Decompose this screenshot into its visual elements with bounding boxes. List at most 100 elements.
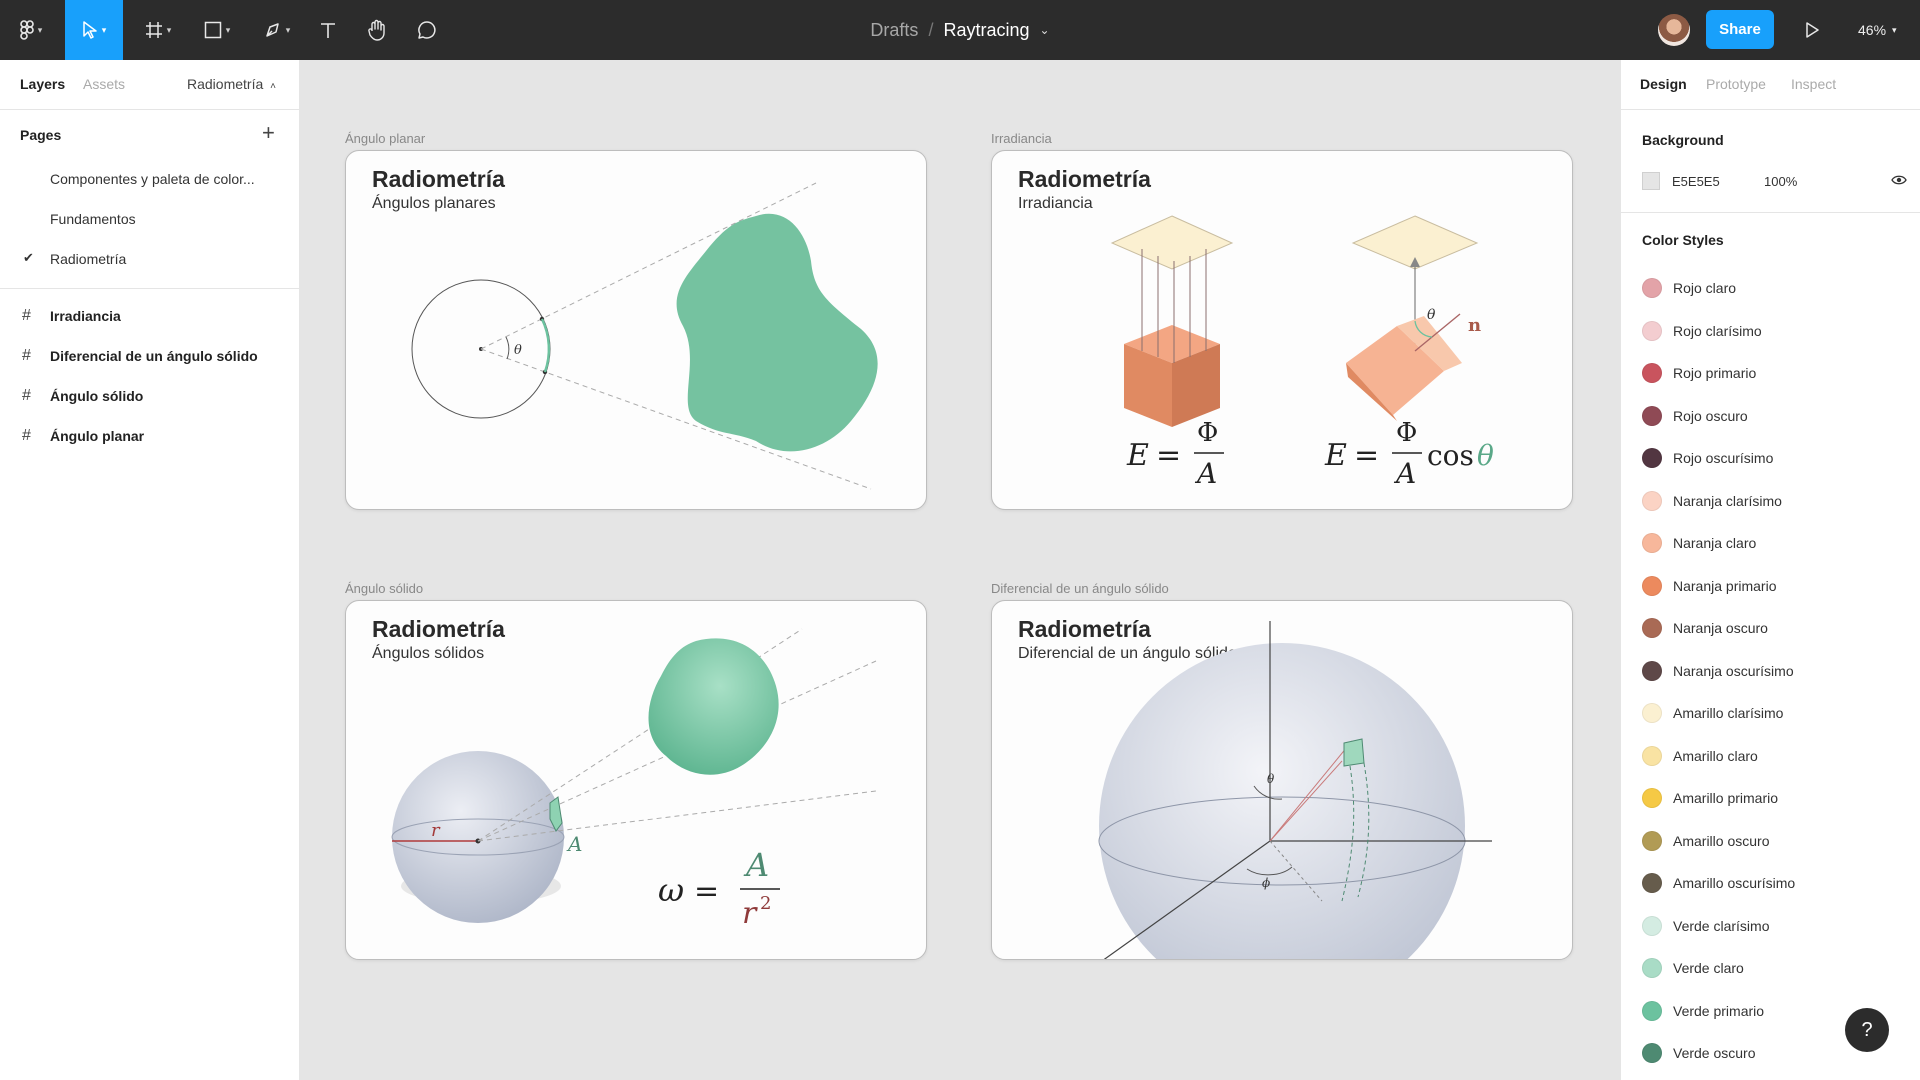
- color-style-label: Amarillo oscuro: [1673, 832, 1770, 849]
- text-tool-button[interactable]: [316, 0, 340, 60]
- theta-symbol: θ: [1427, 307, 1436, 323]
- frame-angulo-solido[interactable]: Radiometría Ángulos sólidos r A ω = A r …: [345, 600, 927, 960]
- formula-equals: =: [1156, 438, 1181, 473]
- frame-irradiancia[interactable]: Radiometría Irradiancia E = Φ A n θ E = …: [991, 150, 1573, 510]
- color-style-item[interactable]: Rojo claro: [1642, 278, 1736, 298]
- color-style-item[interactable]: Verde oscuro: [1642, 1043, 1756, 1063]
- chevron-down-icon: ▾: [225, 24, 231, 35]
- background-swatch[interactable]: [1642, 172, 1660, 190]
- tab-layers[interactable]: Layers: [20, 76, 65, 92]
- color-style-item[interactable]: Naranja oscuro: [1642, 618, 1768, 638]
- chevron-down-icon[interactable]: ⌄: [1040, 23, 1050, 37]
- background-opacity[interactable]: 100%: [1764, 174, 1797, 189]
- page-selector[interactable]: Radiometría ˄: [187, 76, 276, 92]
- color-swatch: [1642, 958, 1662, 978]
- color-style-item[interactable]: Naranja oscurísimo: [1642, 660, 1794, 681]
- tab-design[interactable]: Design: [1640, 76, 1687, 92]
- color-style-item[interactable]: Amarillo oscurísimo: [1642, 873, 1795, 893]
- present-button[interactable]: [1798, 0, 1826, 60]
- layer-item[interactable]: # Irradiancia: [0, 297, 299, 337]
- frame-hash-icon: #: [22, 307, 31, 324]
- color-styles-title: Color Styles: [1642, 232, 1724, 248]
- layer-item[interactable]: # Ángulo planar: [0, 417, 299, 457]
- breadcrumb-separator: /: [928, 19, 934, 40]
- color-swatch: [1642, 1043, 1662, 1063]
- color-style-item[interactable]: Verde primario: [1642, 1000, 1764, 1021]
- color-style-item[interactable]: Rojo primario: [1642, 363, 1756, 383]
- formula-phi: Φ: [1396, 418, 1417, 448]
- top-toolbar: ▾ ▾ ▾ ▾ ▾ Drafts / Raytracing ⌄ Share 46…: [0, 0, 1920, 60]
- zoom-dropdown[interactable]: 46% ▾: [1858, 0, 1897, 60]
- color-style-item[interactable]: Naranja primario: [1642, 575, 1776, 596]
- frame-label[interactable]: Ángulo sólido: [345, 581, 423, 596]
- formula-E: E: [1126, 438, 1149, 473]
- color-style-item[interactable]: Rojo oscurísimo: [1642, 448, 1773, 468]
- add-page-icon[interactable]: +: [262, 120, 275, 146]
- formula-exponent: 2: [760, 893, 771, 914]
- file-title[interactable]: Raytracing: [943, 20, 1029, 41]
- color-swatch: [1642, 873, 1662, 893]
- color-style-item[interactable]: Amarillo claro: [1642, 745, 1758, 766]
- hand-icon: [368, 19, 385, 41]
- frame-tool-button[interactable]: ▾: [137, 0, 179, 60]
- comment-tool-button[interactable]: [414, 0, 440, 60]
- background-hex[interactable]: E5E5E5: [1672, 174, 1764, 189]
- layer-item[interactable]: # Diferencial de un ángulo sólido: [0, 337, 299, 377]
- color-style-item[interactable]: Verde clarísimo: [1642, 915, 1770, 936]
- formula-A: A: [1393, 457, 1416, 490]
- color-style-item[interactable]: Amarillo clarísimo: [1642, 703, 1783, 723]
- radius-r-label: r: [431, 820, 441, 841]
- page-item-selected[interactable]: ✔ Radiometría: [0, 240, 299, 280]
- layer-item[interactable]: # Ángulo sólido: [0, 377, 299, 417]
- page-item[interactable]: Componentes y paleta de color...: [0, 160, 299, 200]
- checkmark-icon: ✔: [23, 250, 34, 265]
- frame-hash-icon: #: [22, 387, 31, 404]
- frame-diferencial[interactable]: Radiometría Diferencial de un ángulo sól…: [991, 600, 1573, 960]
- color-style-label: Verde clarísimo: [1673, 917, 1770, 934]
- design-canvas[interactable]: Ángulo planar Radiometría Ángulos planar…: [300, 60, 1620, 1080]
- color-style-label: Naranja clarísimo: [1673, 492, 1782, 509]
- chevron-down-icon: ▾: [37, 24, 43, 35]
- color-swatch: [1642, 915, 1662, 936]
- theta-symbol: θ: [1267, 772, 1275, 786]
- color-style-item[interactable]: Verde claro: [1642, 958, 1744, 978]
- user-avatar[interactable]: [1658, 14, 1690, 46]
- color-style-item[interactable]: Amarillo primario: [1642, 788, 1778, 808]
- frame-angulo-planar[interactable]: Radiometría Ángulos planares θ: [345, 150, 927, 510]
- frame-hash-icon: [145, 22, 162, 38]
- page-label: Componentes y paleta de color...: [50, 171, 255, 187]
- frame-label[interactable]: Diferencial de un ángulo sólido: [991, 581, 1169, 596]
- eye-icon[interactable]: [1891, 173, 1907, 190]
- layer-label: Diferencial de un ángulo sólido: [50, 348, 258, 364]
- tab-inspect[interactable]: Inspect: [1791, 76, 1836, 92]
- color-style-item[interactable]: Rojo oscuro: [1642, 405, 1748, 426]
- tab-assets[interactable]: Assets: [83, 76, 125, 92]
- color-style-item[interactable]: Naranja claro: [1642, 533, 1756, 553]
- shape-tool-button[interactable]: ▾: [196, 0, 238, 60]
- layer-label: Ángulo planar: [50, 428, 145, 444]
- color-swatch: [1642, 320, 1662, 341]
- move-tool-button[interactable]: ▾: [65, 0, 123, 60]
- color-style-item[interactable]: Rojo clarísimo: [1642, 320, 1762, 341]
- pages-heading: Pages: [20, 127, 62, 143]
- right-panel-tabs: Design Prototype Inspect: [1621, 60, 1920, 110]
- color-style-item[interactable]: Amarillo oscuro: [1642, 830, 1770, 851]
- formula-theta: θ: [1477, 439, 1494, 472]
- layer-label: Irradiancia: [50, 308, 121, 324]
- page-item[interactable]: Fundamentos: [0, 200, 299, 240]
- share-button[interactable]: Share: [1706, 10, 1774, 49]
- color-style-item[interactable]: Naranja clarísimo: [1642, 490, 1782, 511]
- color-swatch: [1642, 278, 1662, 298]
- color-style-label: Verde oscuro: [1673, 1045, 1756, 1061]
- hand-tool-button[interactable]: [364, 0, 390, 60]
- frame-label[interactable]: Irradiancia: [991, 131, 1052, 146]
- background-row[interactable]: E5E5E5 100%: [1642, 172, 1907, 190]
- pen-tool-button[interactable]: ▾: [256, 0, 298, 60]
- color-style-label: Rojo oscuro: [1673, 407, 1748, 424]
- breadcrumb-drafts[interactable]: Drafts: [870, 20, 918, 41]
- frame-label[interactable]: Ángulo planar: [345, 131, 425, 146]
- help-button[interactable]: ?: [1845, 1008, 1889, 1052]
- main-menu-button[interactable]: ▾: [10, 0, 52, 60]
- formula-cos: cos: [1427, 439, 1474, 472]
- tab-prototype[interactable]: Prototype: [1706, 76, 1766, 92]
